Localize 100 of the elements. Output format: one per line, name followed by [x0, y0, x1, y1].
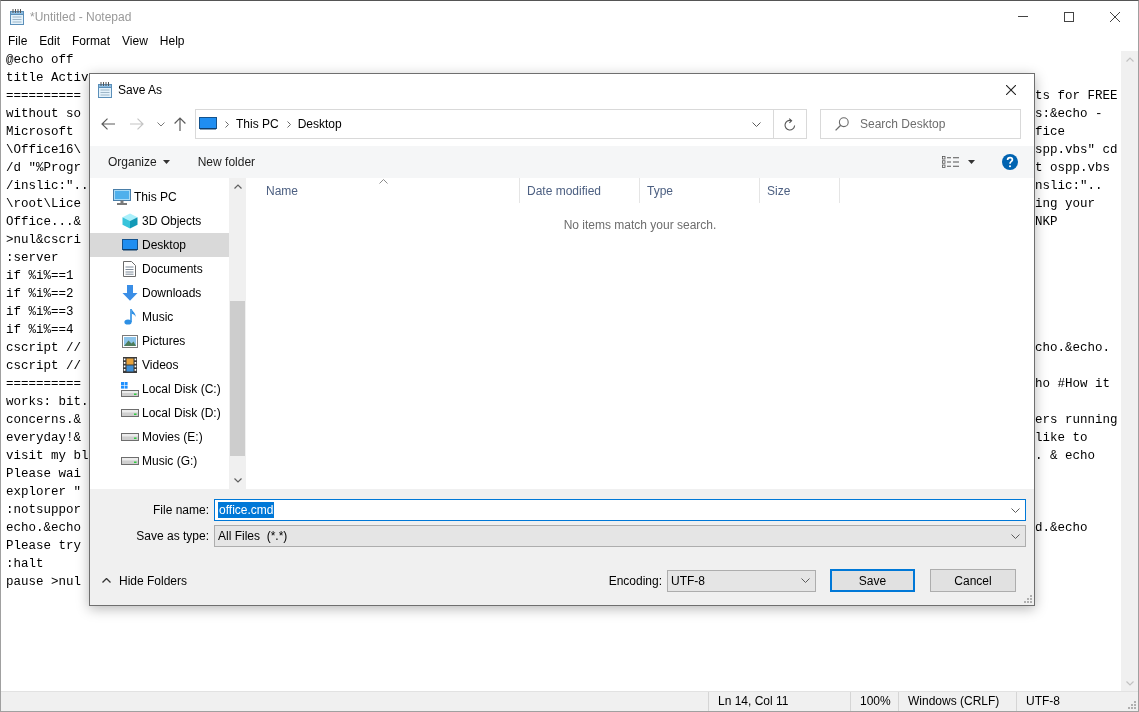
text-line: ing your: [1035, 196, 1095, 213]
hide-folders-button[interactable]: Hide Folders: [102, 573, 188, 588]
text-line: works: bit.: [6, 394, 89, 411]
status-text: 100%: [850, 692, 898, 711]
text-line: Please wai: [6, 466, 81, 483]
details-view-icon[interactable]: [942, 156, 959, 168]
drive-icon: [120, 409, 139, 417]
column-header[interactable]: Date modified: [520, 178, 640, 203]
text-line: @echo off: [6, 52, 74, 69]
back-arrow-icon[interactable]: [101, 118, 115, 130]
dialog-button[interactable]: Cancel: [930, 569, 1016, 592]
window-title: *Untitled - Notepad: [30, 9, 132, 24]
help-icon[interactable]: [1002, 154, 1018, 170]
sidebar-item[interactable]: Music (G:): [90, 449, 229, 473]
film-icon: [122, 357, 137, 373]
down-arrow-icon: [121, 285, 138, 301]
dialog-button[interactable]: Save: [830, 569, 915, 592]
organize-button[interactable]: Organize: [102, 150, 176, 174]
column-header[interactable]: Name: [246, 178, 520, 203]
encoding-dropdown[interactable]: UTF-8: [667, 569, 816, 592]
text-line: . & echo: [1035, 448, 1095, 465]
text-line: title Activ: [6, 70, 89, 87]
music-note-icon: [123, 309, 136, 325]
menu-item[interactable]: View: [116, 33, 154, 50]
computer-icon: [112, 189, 131, 205]
text-line: cho.&echo.: [1035, 340, 1110, 357]
menu-item[interactable]: File: [2, 33, 34, 50]
sidebar-item[interactable]: Videos: [90, 353, 229, 377]
system-drive-icon: [120, 381, 139, 397]
sidebar-item[interactable]: Downloads: [90, 281, 229, 305]
field-label: Encoding:: [608, 573, 662, 588]
column-header[interactable]: Size: [760, 178, 840, 203]
search-field[interactable]: Search Desktop: [820, 109, 1021, 139]
maximize-icon[interactable]: [1064, 11, 1074, 22]
text-line: d.&echo: [1035, 520, 1088, 537]
text-line: cscript //: [6, 358, 81, 375]
text-line: pause >nul: [6, 574, 81, 591]
search-icon: [835, 117, 849, 131]
breadcrumb-item[interactable]: This PC: [236, 117, 279, 131]
sidebar-item[interactable]: Desktop: [90, 233, 229, 257]
sidebar-item[interactable]: 3D Objects: [90, 209, 229, 233]
chevron-down-icon[interactable]: [157, 121, 165, 127]
text-line: Please try: [6, 538, 81, 555]
resize-grip-icon: [1024, 595, 1032, 603]
text-line: \Office16\: [6, 142, 81, 159]
sidebar-item[interactable]: Music: [90, 305, 229, 329]
file-name-field[interactable]: office.cmd: [214, 499, 1026, 521]
close-icon[interactable]: [1110, 11, 1120, 22]
notepad-icon: [10, 8, 24, 25]
text-line: fice: [1035, 124, 1065, 141]
status-text: Ln 14, Col 11: [708, 692, 850, 711]
text-line: Microsoft: [6, 124, 74, 141]
up-arrow-icon[interactable]: [174, 117, 186, 131]
menu-item[interactable]: Help: [153, 33, 191, 50]
chevron-down-icon: [1011, 533, 1020, 539]
text-line: ts for FREE: [1035, 88, 1118, 105]
menu-item[interactable]: Edit: [33, 33, 67, 50]
sidebar-item[interactable]: Movies (E:): [90, 425, 229, 449]
text-line: /inslic:"..: [6, 178, 89, 195]
text-line: /d "%Progr: [6, 160, 81, 177]
resize-grip-icon: [1128, 701, 1136, 709]
empty-message: No items match your search.: [563, 218, 717, 232]
sidebar-item[interactable]: Pictures: [90, 329, 229, 353]
menu-item[interactable]: Format: [66, 33, 117, 50]
drive-icon: [120, 457, 139, 465]
text-line: NKP: [1035, 214, 1058, 231]
chevron-down-icon[interactable]: [752, 121, 761, 127]
notepad-icon: [98, 81, 112, 98]
file-type-dropdown[interactable]: All Files (*.*): [214, 525, 1026, 547]
chevron-right-icon: [225, 120, 229, 128]
breadcrumb-item[interactable]: Desktop: [297, 117, 342, 131]
column-header[interactable]: Type: [640, 178, 760, 203]
cube-icon: [121, 213, 138, 229]
scrollbar-thumb[interactable]: [230, 301, 245, 456]
sidebar-item[interactable]: This PC: [90, 185, 229, 209]
new-folder-button[interactable]: New folder: [191, 150, 262, 174]
text-line: if %i%==3: [6, 304, 74, 321]
scroll-up-icon[interactable]: [233, 184, 242, 189]
refresh-button[interactable]: [774, 109, 807, 139]
text-line: ==========: [6, 376, 81, 393]
text-line: >nul&cscri: [6, 232, 81, 249]
status-text: Windows (CRLF): [898, 692, 1016, 711]
text-line: nslic:"..: [1035, 178, 1103, 195]
caret-down-icon: [968, 160, 975, 164]
chevron-down-icon: [801, 578, 810, 583]
document-icon: [123, 261, 136, 277]
caret-down-icon: [162, 160, 170, 164]
chevron-down-icon[interactable]: [1011, 507, 1020, 513]
file-name-value: office.cmd: [218, 502, 275, 518]
sidebar-item[interactable]: Local Disk (C:): [90, 377, 229, 401]
close-icon[interactable]: [1006, 84, 1016, 95]
sidebar-item[interactable]: Documents: [90, 257, 229, 281]
desktop-icon: [199, 117, 217, 131]
scroll-down-icon[interactable]: [233, 478, 242, 483]
text-line: visit my bl: [6, 448, 89, 465]
text-line: if %i%==2: [6, 286, 74, 303]
text-line: cscript //: [6, 340, 81, 357]
sidebar-item[interactable]: Local Disk (D:): [90, 401, 229, 425]
address-bar[interactable]: This PC Desktop: [195, 109, 774, 139]
text-line: like to: [1035, 430, 1088, 447]
